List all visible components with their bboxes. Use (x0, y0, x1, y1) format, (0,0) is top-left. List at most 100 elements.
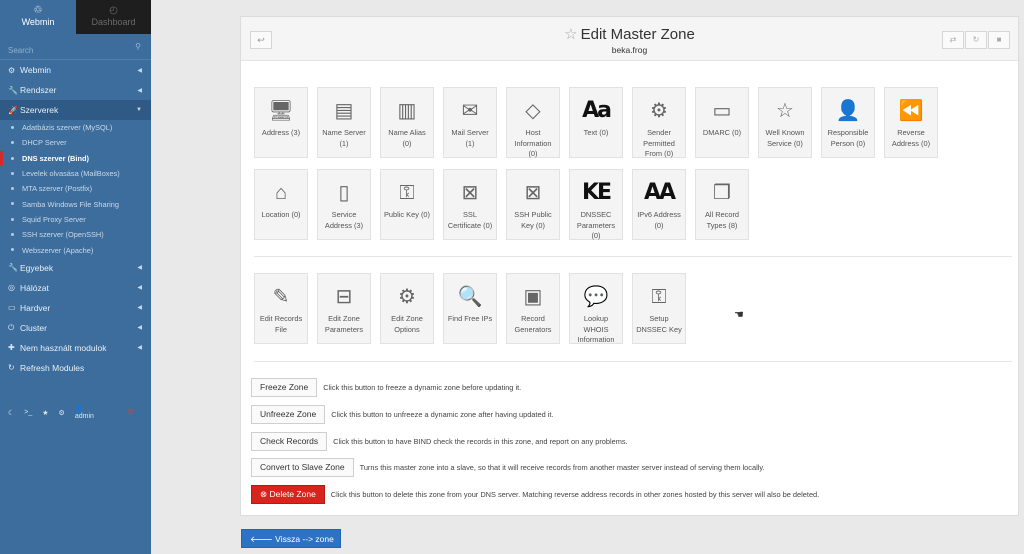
sidebar-subitem[interactable]: Samba Windows File Sharing (0, 196, 151, 211)
user-link[interactable]: 👤 admin (75, 405, 114, 420)
sidebar-item-label: Hálózat (20, 282, 49, 293)
sidebar-item-cluster[interactable]: ⏻ Cluster ◀ (0, 318, 151, 338)
caret-left-icon: ◀ (137, 87, 142, 94)
tile-ssh-public-key[interactable]: ⊠ SSH Public Key (0) (506, 169, 560, 240)
sidebar-item-nem-haszn-lt-modulok[interactable]: ✚ Nem használt modulok ◀ (0, 338, 151, 358)
return-to-zone-list-button[interactable]: 🡐 Vissza --> zone list (241, 529, 341, 554)
tile-setup-dnssec-key[interactable]: ⚿ Setup DNSSEC Key (632, 273, 686, 344)
tile-label: Edit Records File (259, 314, 303, 334)
tile-label: Sender Permitted From (0) (643, 128, 675, 158)
caret-left-icon: ◀ (137, 67, 142, 74)
action-button-label: Unfreeze Zone (260, 408, 317, 419)
sidebar-item-szerverek[interactable]: 🚀 Szerverek ▼ (0, 100, 151, 120)
caret-left-icon: ◀ (137, 345, 142, 352)
sidebar-item-rendszer[interactable]: 🔧 Rendszer ◀ (0, 80, 151, 100)
action-row: Check Records Click this button to have B… (251, 431, 628, 451)
sidebar-subitem[interactable]: Levelek olvasása (MailBoxes) (0, 166, 151, 181)
tile-label: Record Generators (514, 314, 552, 334)
tile-mail-server[interactable]: ✉ Mail Server (1) (443, 87, 497, 158)
tile-name-server[interactable]: ▤ Name Server (1) (317, 87, 371, 158)
freeze-zone-button[interactable]: Freeze Zone (251, 378, 318, 397)
tile-edit-zone-options[interactable]: ⚙ Edit Zone Options (380, 273, 434, 344)
stop-button[interactable]: ■ (988, 31, 1010, 49)
sidebar-item-webmin[interactable]: ⚙ Webmin ◀ (0, 60, 151, 80)
search-input[interactable] (8, 46, 118, 55)
ssh-key-icon: ⊠ (524, 182, 542, 204)
tile-dmarc[interactable]: ▭ DMARC (0) (695, 87, 749, 158)
logout-icon[interactable]: ⏻ (127, 409, 133, 417)
bullet-icon (11, 187, 14, 191)
tile-label: IPv6 Address (0) (637, 210, 681, 230)
sidebar-item-label: Cluster (20, 322, 47, 333)
refresh-button[interactable]: ↻ (965, 31, 987, 49)
tile-record-generators[interactable]: ▣ Record Generators (506, 273, 560, 344)
tile-host-information[interactable]: ◇ Host Information (0) (506, 87, 560, 158)
tile-text[interactable]: Aa Text (0) (569, 87, 623, 158)
tile-responsible-person[interactable]: 👤 Responsible Person (0) (821, 87, 875, 158)
caret-left-icon: ◀ (137, 325, 142, 332)
sidebar-item-refresh-modules[interactable]: ↻ Refresh Modules (0, 358, 151, 378)
tile-sender-permitted-from[interactable]: ⚙ Sender Permitted From (0) (632, 87, 686, 158)
tile-address[interactable]: 🖥 Address (3) (254, 87, 308, 158)
apply-button[interactable]: ⇄ (942, 31, 964, 49)
action-row: Convert to Slave Zone Turns this master z… (251, 458, 765, 478)
caret-down-icon: ▼ (136, 107, 142, 113)
tile-edit-records-file[interactable]: ✎ Edit Records File (254, 273, 308, 344)
sidebar-subitem[interactable]: DHCP Server (0, 135, 151, 150)
sidebar-item-h-l-zat[interactable]: ◎ Hálózat ◀ (0, 278, 151, 298)
caret-left-icon: ◀ (137, 285, 142, 292)
text-icon: Aa (582, 98, 612, 123)
dmarc-icon: ▭ (712, 100, 732, 122)
divider (254, 256, 1012, 257)
tab-dashboard[interactable]: ◴ Dashboard (76, 0, 151, 34)
night-mode-icon[interactable]: ☾ (8, 409, 14, 417)
mouse-cursor-icon: ☚ (734, 309, 744, 321)
bullet-icon (11, 156, 14, 160)
sidebar-subitem-label: Levelek olvasása (MailBoxes) (22, 169, 120, 179)
tile-edit-zone-parameters[interactable]: ⊟ Edit Zone Parameters (317, 273, 371, 344)
tile-ipv6-address[interactable]: AA IPv6 Address (0) (632, 169, 686, 240)
bullet-icon (11, 248, 14, 252)
sidebar-subitem[interactable]: DNS szerver (Bind) (0, 150, 151, 166)
sidebar-subitem-label: MTA szerver (Postfix) (22, 184, 93, 194)
tile-public-key[interactable]: ⚿ Public Key (0) (380, 169, 434, 240)
tile-name-alias[interactable]: ▥ Name Alias (0) (380, 87, 434, 158)
tile-reverse-address[interactable]: ⏪ Reverse Address (0) (884, 87, 938, 158)
tile-well-known-service[interactable]: ☆ Well Known Service (0) (758, 87, 812, 158)
sidebar-item-label: Nem használt modulok (20, 342, 107, 353)
action-button-label: Convert to Slave Zone (260, 462, 345, 473)
check-records-button[interactable]: Check Records (251, 431, 328, 451)
tile-label: Public Key (0) (383, 210, 430, 219)
sidebar-subitem[interactable]: Webszerver (Apache) (0, 242, 151, 257)
sidebar-subitem[interactable]: Adatbázis szerver (MySQL) (0, 120, 151, 135)
tile-location[interactable]: ⌂ Location (0) (254, 169, 308, 240)
tile-ssl-certificate[interactable]: ⊠ SSL Certificate (0) (443, 169, 497, 240)
sidebar-subitem[interactable]: Squid Proxy Server (0, 212, 151, 227)
favorites-star-icon[interactable]: ★ (42, 409, 48, 417)
sidebar-item-label: Egyebek (20, 262, 54, 273)
sidebar-subitem[interactable]: SSH szerver (OpenSSH) (0, 227, 151, 242)
sidebar-subitem[interactable]: MTA szerver (Postfix) (0, 181, 151, 196)
apply-icon: ⇄ (949, 35, 957, 44)
sidebar-search: ⚲ (0, 34, 151, 60)
ssl-certificate-icon: ⊠ (461, 182, 479, 204)
favorite-star-icon[interactable]: ☆ (564, 26, 577, 43)
tile-dnssec-parameters[interactable]: KE DNSSEC Parameters (0) (569, 169, 623, 240)
action-description: Click this button to unfreeze a dynamic … (331, 409, 554, 419)
tile-lookup-whois-information[interactable]: 💬 Lookup WHOIS Information (569, 273, 623, 344)
unfreeze-zone-button[interactable]: Unfreeze Zone (251, 404, 326, 424)
tab-webmin[interactable]: ♲ Webmin (0, 0, 76, 34)
settings-gears-icon[interactable]: ⚙ (59, 409, 65, 417)
sidebar-item-egyebek[interactable]: 🔧 Egyebek ◀ (0, 258, 151, 278)
delete-zone-button[interactable]: ⊗ Delete Zone (251, 485, 325, 505)
tile-label: DMARC (0) (702, 128, 742, 137)
sidebar-subitem-label: DNS szerver (Bind) (22, 153, 89, 163)
tile-service-address[interactable]: ▯ Service Address (3) (317, 169, 371, 240)
sidebar-item-hardver[interactable]: ▭ Hardver ◀ (0, 298, 151, 318)
rocket-icon: 🚀 (8, 105, 18, 115)
tile-all-record-types[interactable]: ❒ All Record Types (8) (695, 169, 749, 240)
convert-to-slave-zone-button[interactable]: Convert to Slave Zone (251, 458, 354, 478)
page-title-text: Edit Master Zone (580, 26, 695, 43)
tile-find-free-ips[interactable]: 🔍 Find Free IPs (443, 273, 497, 344)
terminal-icon[interactable]: >_ (24, 409, 32, 416)
